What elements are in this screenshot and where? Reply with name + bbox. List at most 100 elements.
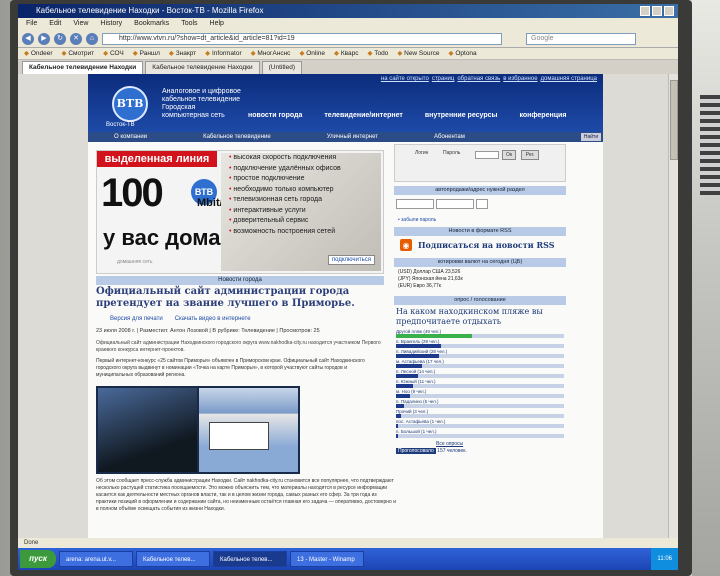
article-image[interactable] bbox=[199, 388, 298, 472]
subnav-subscribers[interactable]: Абонентам bbox=[434, 132, 465, 142]
nav-internal-resources[interactable]: внутренние ресурсы bbox=[425, 112, 498, 119]
menu-help[interactable]: Help bbox=[210, 18, 224, 30]
poll-bar-fill bbox=[396, 404, 404, 408]
rss-subscribe[interactable]: ◉ Подписаться на новости RSS bbox=[394, 236, 566, 254]
subnav-cable-tv[interactable]: Кабельное телевидение bbox=[203, 132, 271, 142]
taskbar-item[interactable]: Кабельное телев... bbox=[136, 551, 210, 567]
poll-bar-fill bbox=[396, 394, 410, 398]
nav-tv-internet[interactable]: телевидение/интернет bbox=[324, 112, 402, 119]
section-label-address: автопродажи/адрес нужной раздел bbox=[394, 186, 566, 195]
currency-rates: (USD) Доллар США 23,526 (JPY) Японская й… bbox=[394, 267, 566, 292]
bookmark-item[interactable]: Смотрит bbox=[62, 48, 94, 59]
monitor-screen: Кабельное телевидение Находки - Восток-Т… bbox=[18, 4, 678, 570]
banner-feature: интерактивные услуги bbox=[221, 206, 381, 217]
poll-bar-track bbox=[396, 434, 564, 438]
maximize-button[interactable] bbox=[652, 6, 662, 16]
menu-bookmarks[interactable]: Bookmarks bbox=[134, 18, 169, 30]
bookmark-item[interactable]: Знакрт bbox=[169, 48, 196, 59]
taskbar-item[interactable]: Кабельное телев... bbox=[213, 551, 287, 567]
bookmark-item[interactable]: СОЧ bbox=[103, 48, 124, 59]
scrollbar-thumb[interactable] bbox=[670, 80, 678, 160]
subnav-internet[interactable]: Уличный интернет bbox=[327, 132, 378, 142]
bookmark-item[interactable]: New Source bbox=[397, 48, 439, 59]
banner-heading: выделенная линия bbox=[97, 151, 217, 167]
browser-tab[interactable]: Кабельное телевидение Находки bbox=[22, 61, 144, 74]
forward-icon[interactable]: ▶ bbox=[38, 32, 50, 45]
toplink[interactable]: страниц bbox=[432, 76, 455, 82]
download-video-link[interactable]: Скачать видео в интернете bbox=[175, 316, 251, 322]
nav-city-news[interactable]: новости города bbox=[248, 112, 302, 119]
bookmark-item[interactable]: Optona bbox=[449, 48, 476, 59]
bookmark-item[interactable]: Раншл bbox=[133, 48, 160, 59]
subnav-about[interactable]: О компании bbox=[114, 132, 147, 142]
status-bar: Done bbox=[18, 538, 678, 548]
navigation-toolbar: ◀ ▶ ↻ ✕ ⌂ http://www.vtvn.ru/?show=dt_ar… bbox=[18, 30, 678, 48]
poll-question: На каком находкинском пляже вы предпочит… bbox=[396, 307, 543, 326]
sidebar: Логин Пароль Ок Рег. автопродажи/адрес н… bbox=[394, 144, 566, 457]
toplink[interactable]: в избранное bbox=[503, 76, 537, 82]
bookmark-item[interactable]: МногАнснс bbox=[251, 48, 290, 59]
address-field[interactable] bbox=[436, 199, 474, 209]
search-input[interactable]: Google bbox=[526, 32, 636, 45]
poll-bar-track bbox=[396, 404, 564, 408]
background-blinds bbox=[700, 95, 720, 195]
menu-edit[interactable]: Edit bbox=[49, 18, 61, 30]
bookmark-item[interactable]: Informator bbox=[205, 48, 242, 59]
right-wall bbox=[692, 0, 720, 576]
bookmark-item[interactable]: Online bbox=[299, 48, 325, 59]
banner-speed: 100 bbox=[101, 171, 164, 215]
menu-file[interactable]: File bbox=[26, 18, 37, 30]
poll-footer: Все опросы Проголосовало 157 человек. bbox=[394, 439, 566, 457]
nav-conference[interactable]: конференция bbox=[519, 112, 566, 119]
bookmarks-toolbar: Ondeer Смотрит СОЧ Раншл Знакрт Informat… bbox=[18, 48, 678, 60]
site-search-button[interactable]: Найти bbox=[581, 133, 601, 141]
poll-total-value: 157 человек. bbox=[437, 448, 467, 454]
section-label-news: Новости города bbox=[96, 276, 384, 285]
poll-bar-fill bbox=[396, 344, 441, 348]
toplink[interactable]: на сайте открыто bbox=[381, 76, 429, 82]
bookmark-item[interactable]: Кварс bbox=[334, 48, 359, 59]
address-field[interactable] bbox=[396, 199, 434, 209]
browser-tab[interactable]: Кабельное телевидение Находки bbox=[145, 61, 260, 74]
banner-connect-button[interactable]: подключиться bbox=[327, 255, 375, 265]
menu-view[interactable]: View bbox=[73, 18, 88, 30]
system-tray-clock: 11:06 bbox=[651, 548, 678, 570]
minimize-button[interactable] bbox=[640, 6, 650, 16]
address-inputs bbox=[394, 195, 566, 217]
poll-bar-fill bbox=[396, 384, 413, 388]
print-version-link[interactable]: Версия для печати bbox=[110, 316, 163, 322]
poll-bar-fill bbox=[396, 434, 398, 438]
menu-tools[interactable]: Tools bbox=[181, 18, 197, 30]
rss-title: Подписаться на новости RSS bbox=[418, 240, 555, 250]
vertical-scrollbar[interactable] bbox=[668, 74, 678, 548]
taskbar-item[interactable]: arena: arena.ut.v... bbox=[59, 551, 133, 567]
all-polls-link[interactable]: Все опросы bbox=[396, 441, 564, 448]
bookmark-item[interactable]: Todo bbox=[368, 48, 388, 59]
reload-icon[interactable]: ↻ bbox=[54, 32, 66, 45]
article-headline[interactable]: Официальный сайт администрации города пр… bbox=[96, 286, 384, 310]
poll-bar-fill bbox=[396, 374, 418, 378]
site-logo[interactable]: ВТВ bbox=[112, 86, 148, 122]
poll-bar-track bbox=[396, 384, 564, 388]
menu-history[interactable]: History bbox=[100, 18, 122, 30]
toplink[interactable]: домашняя страница bbox=[541, 76, 597, 82]
forgot-password-link[interactable]: • забыли пароль bbox=[394, 217, 566, 223]
close-button[interactable] bbox=[664, 6, 674, 16]
url-input[interactable]: http://www.vtvn.ru/?show=dt_article&id_a… bbox=[102, 32, 502, 45]
back-icon[interactable]: ◀ bbox=[22, 32, 34, 45]
poll-bar-track bbox=[396, 414, 564, 418]
poll-option: м. Ноо (9 чел.) bbox=[394, 389, 566, 399]
article-image[interactable] bbox=[98, 388, 197, 472]
toplink[interactable]: обратная связь bbox=[457, 76, 500, 82]
start-button[interactable]: пуск bbox=[20, 550, 56, 568]
register-button[interactable]: Рег. bbox=[521, 150, 539, 160]
ad-banner[interactable]: выделенная линия 100 ВТВ Mbit/c у вас до… bbox=[96, 150, 384, 274]
taskbar-item[interactable]: 13 - Master - Winamp bbox=[290, 551, 364, 567]
login-field[interactable] bbox=[475, 151, 499, 159]
bookmark-item[interactable]: Ondeer bbox=[24, 48, 53, 59]
login-ok-button[interactable]: Ок bbox=[502, 150, 516, 160]
browser-tab[interactable]: (Untitled) bbox=[261, 61, 302, 74]
address-go-button[interactable] bbox=[476, 199, 488, 209]
home-icon[interactable]: ⌂ bbox=[86, 32, 98, 45]
stop-icon[interactable]: ✕ bbox=[70, 32, 82, 45]
